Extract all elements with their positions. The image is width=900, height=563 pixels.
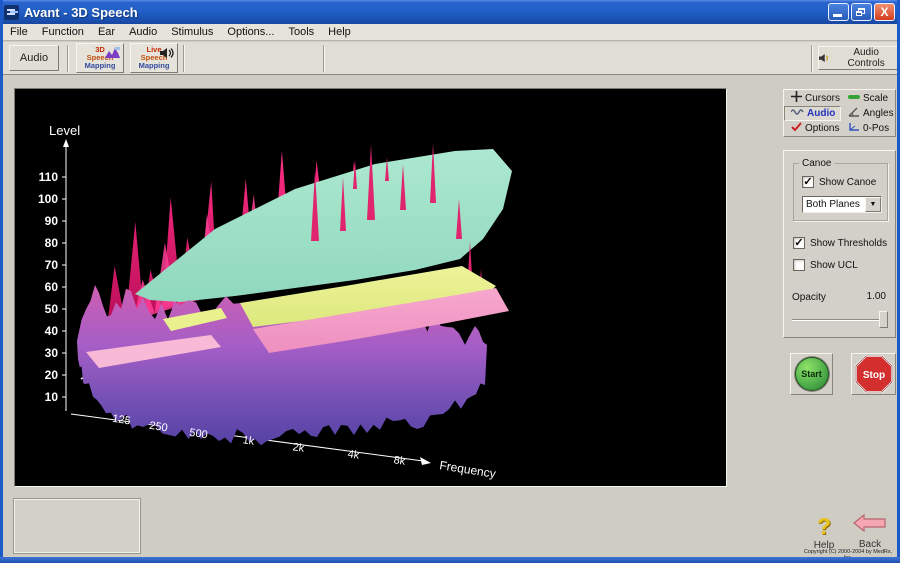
menu-item-file[interactable]: File [3, 25, 35, 39]
planes-dropdown[interactable]: Both Planes ▼ [802, 196, 882, 213]
svg-text:70: 70 [45, 258, 59, 272]
canoe-controls-panel: Canoe ✓ Show Canoe Both Planes ▼ ✓ Show … [783, 150, 896, 338]
svg-text:8k: 8k [393, 454, 407, 468]
opacity-value: 1.00 [867, 291, 886, 302]
svg-text:50: 50 [45, 302, 59, 316]
show-ucl-checkbox[interactable] [793, 259, 805, 271]
planes-dropdown-value: Both Planes [803, 199, 865, 210]
menu-item-options[interactable]: Options... [220, 25, 281, 39]
svg-text:60: 60 [45, 280, 59, 294]
toolbar-separator [811, 45, 813, 72]
minimize-icon [833, 14, 842, 17]
menu-item-audio[interactable]: Audio [122, 25, 164, 39]
start-button-panel: Start [790, 353, 833, 395]
svg-text:Level: Level [49, 123, 80, 138]
view-button-scale[interactable]: Scale [841, 91, 895, 106]
svg-text:110: 110 [39, 170, 59, 184]
speech-mapping-3d-button[interactable]: 3D Speech Mapping [76, 43, 124, 73]
red-check-icon [791, 122, 802, 134]
svg-text:2k: 2k [292, 441, 306, 455]
close-icon: X [875, 4, 894, 20]
start-button[interactable]: Start [795, 357, 829, 391]
opacity-slider-track[interactable] [792, 319, 888, 321]
menu-bar: FileFunctionEarAudioStimulusOptions...To… [3, 24, 897, 41]
zero-pos-icon [848, 122, 860, 135]
menu-item-ear[interactable]: Ear [91, 25, 122, 39]
window-title: Avant - 3D Speech [24, 5, 138, 20]
svg-text:20: 20 [45, 368, 59, 382]
restore-button[interactable] [851, 3, 872, 21]
window-border-bottom [0, 557, 900, 563]
live-speech-mapping-button[interactable]: Live Speech Mapping [130, 43, 178, 73]
audio-controls-button[interactable]: Audio Controls [818, 46, 898, 70]
back-arrow-icon [853, 514, 887, 532]
start-label: Start [801, 369, 822, 379]
view-button-cursors[interactable]: Cursors [784, 91, 841, 106]
stop-button-panel: Stop [851, 353, 896, 395]
restore-icon [856, 8, 865, 16]
menu-item-tools[interactable]: Tools [281, 25, 321, 39]
svg-text:500: 500 [188, 427, 208, 442]
toolbar: Audio 3D Speech Mapping Live Speech Mapp… [3, 42, 897, 75]
canoe-groupbox: Canoe ✓ Show Canoe Both Planes ▼ [793, 163, 888, 221]
app-icon [4, 5, 19, 20]
view-button-angles[interactable]: Angles [841, 106, 895, 121]
speech-map-3d-svg: Level 110 100 90 80 70 60 50 40 30 20 10 125 250 500 1k… [15, 89, 728, 488]
speaker-icon [160, 47, 175, 60]
svg-text:Frequency: Frequency [439, 458, 497, 481]
mountain-map-icon [105, 47, 121, 59]
minimize-button[interactable] [828, 3, 849, 21]
angle-icon [848, 107, 860, 120]
audio-button[interactable]: Audio [9, 45, 59, 71]
toolbar-separator [183, 45, 185, 72]
toolbar-separator [67, 45, 69, 72]
view-button-audio[interactable]: Audio [784, 106, 841, 121]
audio-controls-label: Audio Controls [835, 47, 897, 69]
show-canoe-checkbox[interactable]: ✓ [802, 176, 814, 188]
svg-text:40: 40 [45, 324, 59, 338]
show-thresholds-checkbox[interactable]: ✓ [793, 237, 805, 249]
window-border-left [0, 0, 3, 563]
svg-text:4k: 4k [347, 448, 361, 462]
move-cursor-icon [791, 91, 802, 105]
toolbar-separator [323, 45, 325, 72]
scale-bar-icon [848, 93, 860, 104]
close-button[interactable]: X [874, 3, 895, 21]
canoe-legend: Canoe [799, 158, 834, 169]
svg-text:1k: 1k [242, 434, 256, 448]
stop-button[interactable]: Stop [855, 355, 893, 393]
show-canoe-label: Show Canoe [819, 177, 876, 188]
audio-controls-icon [819, 52, 831, 65]
help-icon: ? [806, 514, 842, 538]
opacity-label: Opacity [792, 292, 826, 303]
audio-wave-icon [791, 107, 804, 119]
svg-text:10: 10 [45, 390, 59, 404]
chevron-down-icon[interactable]: ▼ [865, 197, 881, 212]
view-button-0-pos[interactable]: 0-Pos [841, 121, 895, 136]
opacity-slider-thumb[interactable] [879, 311, 888, 328]
svg-text:125: 125 [111, 413, 131, 428]
svg-text:100: 100 [38, 192, 58, 206]
show-thresholds-label: Show Thresholds [810, 238, 887, 249]
menu-item-help[interactable]: Help [321, 25, 358, 39]
svg-text:90: 90 [45, 214, 59, 228]
menu-item-stimulus[interactable]: Stimulus [164, 25, 220, 39]
speech-map-3d-plot[interactable]: Level 110 100 90 80 70 60 50 40 30 20 10 125 250 500 1k… [14, 88, 727, 487]
opacity-slider[interactable] [792, 311, 888, 328]
svg-text:250: 250 [148, 420, 168, 435]
show-ucl-label: Show UCL [810, 260, 858, 271]
menu-item-function[interactable]: Function [35, 25, 91, 39]
svg-text:80: 80 [45, 236, 59, 250]
view-buttons-panel: CursorsScaleAudioAnglesOptions0-Pos [783, 89, 896, 137]
svg-text:30: 30 [45, 346, 59, 360]
view-button-options[interactable]: Options [784, 121, 841, 136]
title-bar: Avant - 3D Speech X [0, 0, 900, 24]
status-box [13, 498, 141, 554]
svg-text:Stop: Stop [862, 370, 884, 381]
